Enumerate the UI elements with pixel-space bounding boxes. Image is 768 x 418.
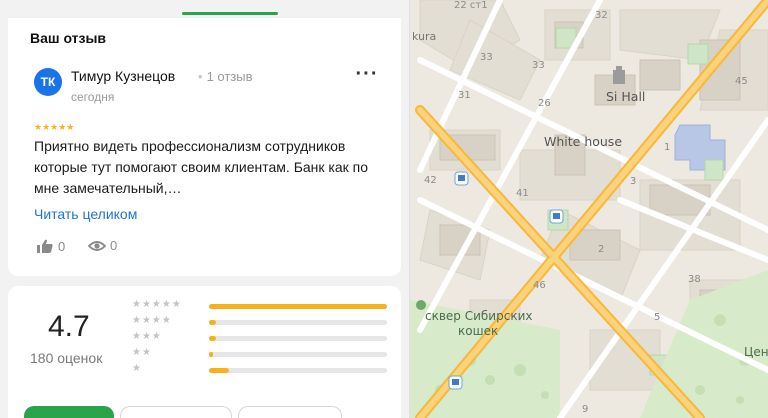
bus-stop-icon[interactable]	[549, 209, 564, 224]
distribution-fill	[209, 368, 229, 373]
views-counter: 0	[88, 238, 117, 253]
ratings-count: 180 оценок	[30, 350, 103, 366]
distribution-bar	[209, 368, 387, 373]
write-review-button[interactable]	[24, 406, 114, 418]
house-number: 45	[735, 76, 748, 87]
thumb-up-icon	[37, 239, 53, 253]
house-number: 2	[598, 244, 604, 255]
house-number: 1	[664, 142, 670, 153]
row-stars: ★★★	[132, 331, 162, 342]
eye-icon	[88, 240, 106, 251]
distribution-fill	[209, 320, 217, 325]
house-number: 3	[630, 176, 636, 187]
house-number: 33	[480, 52, 493, 63]
distribution-bar	[209, 304, 387, 309]
review-text: Приятно видеть профессионализм сотрудник…	[34, 138, 369, 196]
house-number: 33	[532, 60, 545, 71]
street-label: kura	[412, 30, 436, 43]
business-panel: Ваш отзыв ТК Тимур Кузнецов • 1 отзыв сег…	[0, 0, 410, 418]
house-number: 31	[458, 90, 471, 101]
average-rating: 4.7	[48, 310, 90, 343]
distribution-bar	[209, 320, 387, 325]
review-date: сегодня	[71, 90, 115, 104]
rating-distribution-row[interactable]: ★★★★	[132, 315, 392, 328]
row-stars: ★★★★	[132, 315, 172, 326]
distribution-bar	[209, 336, 387, 341]
avatar[interactable]: ТК	[34, 68, 62, 96]
like-button[interactable]: 0	[36, 238, 65, 254]
like-count: 0	[58, 238, 66, 254]
tree-icon	[416, 300, 426, 310]
active-tab-indicator	[182, 12, 278, 15]
review-count-text: 1 отзыв	[206, 69, 253, 84]
rating-distribution-row[interactable]: ★★★	[132, 331, 392, 344]
distribution-bar	[209, 352, 387, 357]
place-label[interactable]: Цен п	[744, 345, 768, 359]
secondary-action-button[interactable]	[120, 406, 232, 418]
place-label[interactable]: сквер Сибирских	[425, 309, 532, 323]
author-name[interactable]: Тимур Кузнецов	[71, 68, 175, 84]
place-label[interactable]: White house	[544, 134, 622, 149]
rating-summary-card: 4.7 180 оценок ★★★★★ ★★★★ ★★★ ★★ ★	[8, 286, 401, 418]
rating-distribution-row[interactable]: ★	[132, 363, 392, 376]
house-number: 22 ст1	[454, 0, 488, 11]
distribution-fill	[209, 336, 217, 341]
house-number: 32	[595, 10, 608, 21]
bus-stop-icon[interactable]	[448, 375, 463, 390]
read-more-link[interactable]: Читать целиком	[34, 206, 137, 222]
house-number: 26	[538, 98, 551, 109]
view-count: 0	[110, 238, 118, 253]
distribution-fill	[209, 352, 213, 357]
more-icon: ···	[355, 63, 379, 85]
rating-distribution-row[interactable]: ★★	[132, 347, 392, 360]
place-label: кошек	[458, 324, 498, 338]
author-review-count: • 1 отзыв	[198, 69, 253, 84]
house-number: 38	[688, 274, 701, 285]
house-number: 42	[424, 175, 437, 186]
row-stars: ★★★★★	[132, 299, 182, 310]
my-review-card: Ваш отзыв ТК Тимур Кузнецов • 1 отзыв сег…	[8, 18, 401, 276]
house-number: 5	[654, 312, 660, 323]
row-stars: ★	[132, 363, 142, 374]
house-number: 9	[582, 404, 588, 415]
distribution-fill	[209, 304, 387, 309]
review-stars: ★★★★★	[34, 122, 75, 132]
more-options-button[interactable]: ···	[352, 64, 382, 88]
section-title: Ваш отзыв	[30, 30, 107, 46]
house-number: 41	[516, 188, 529, 199]
place-label[interactable]: Si Hall	[606, 89, 645, 104]
rating-distribution-row[interactable]: ★★★★★	[132, 299, 392, 312]
bus-stop-icon[interactable]	[454, 171, 469, 186]
house-number: 46	[533, 280, 546, 291]
secondary-action-button[interactable]	[238, 406, 342, 418]
row-stars: ★★	[132, 347, 152, 358]
